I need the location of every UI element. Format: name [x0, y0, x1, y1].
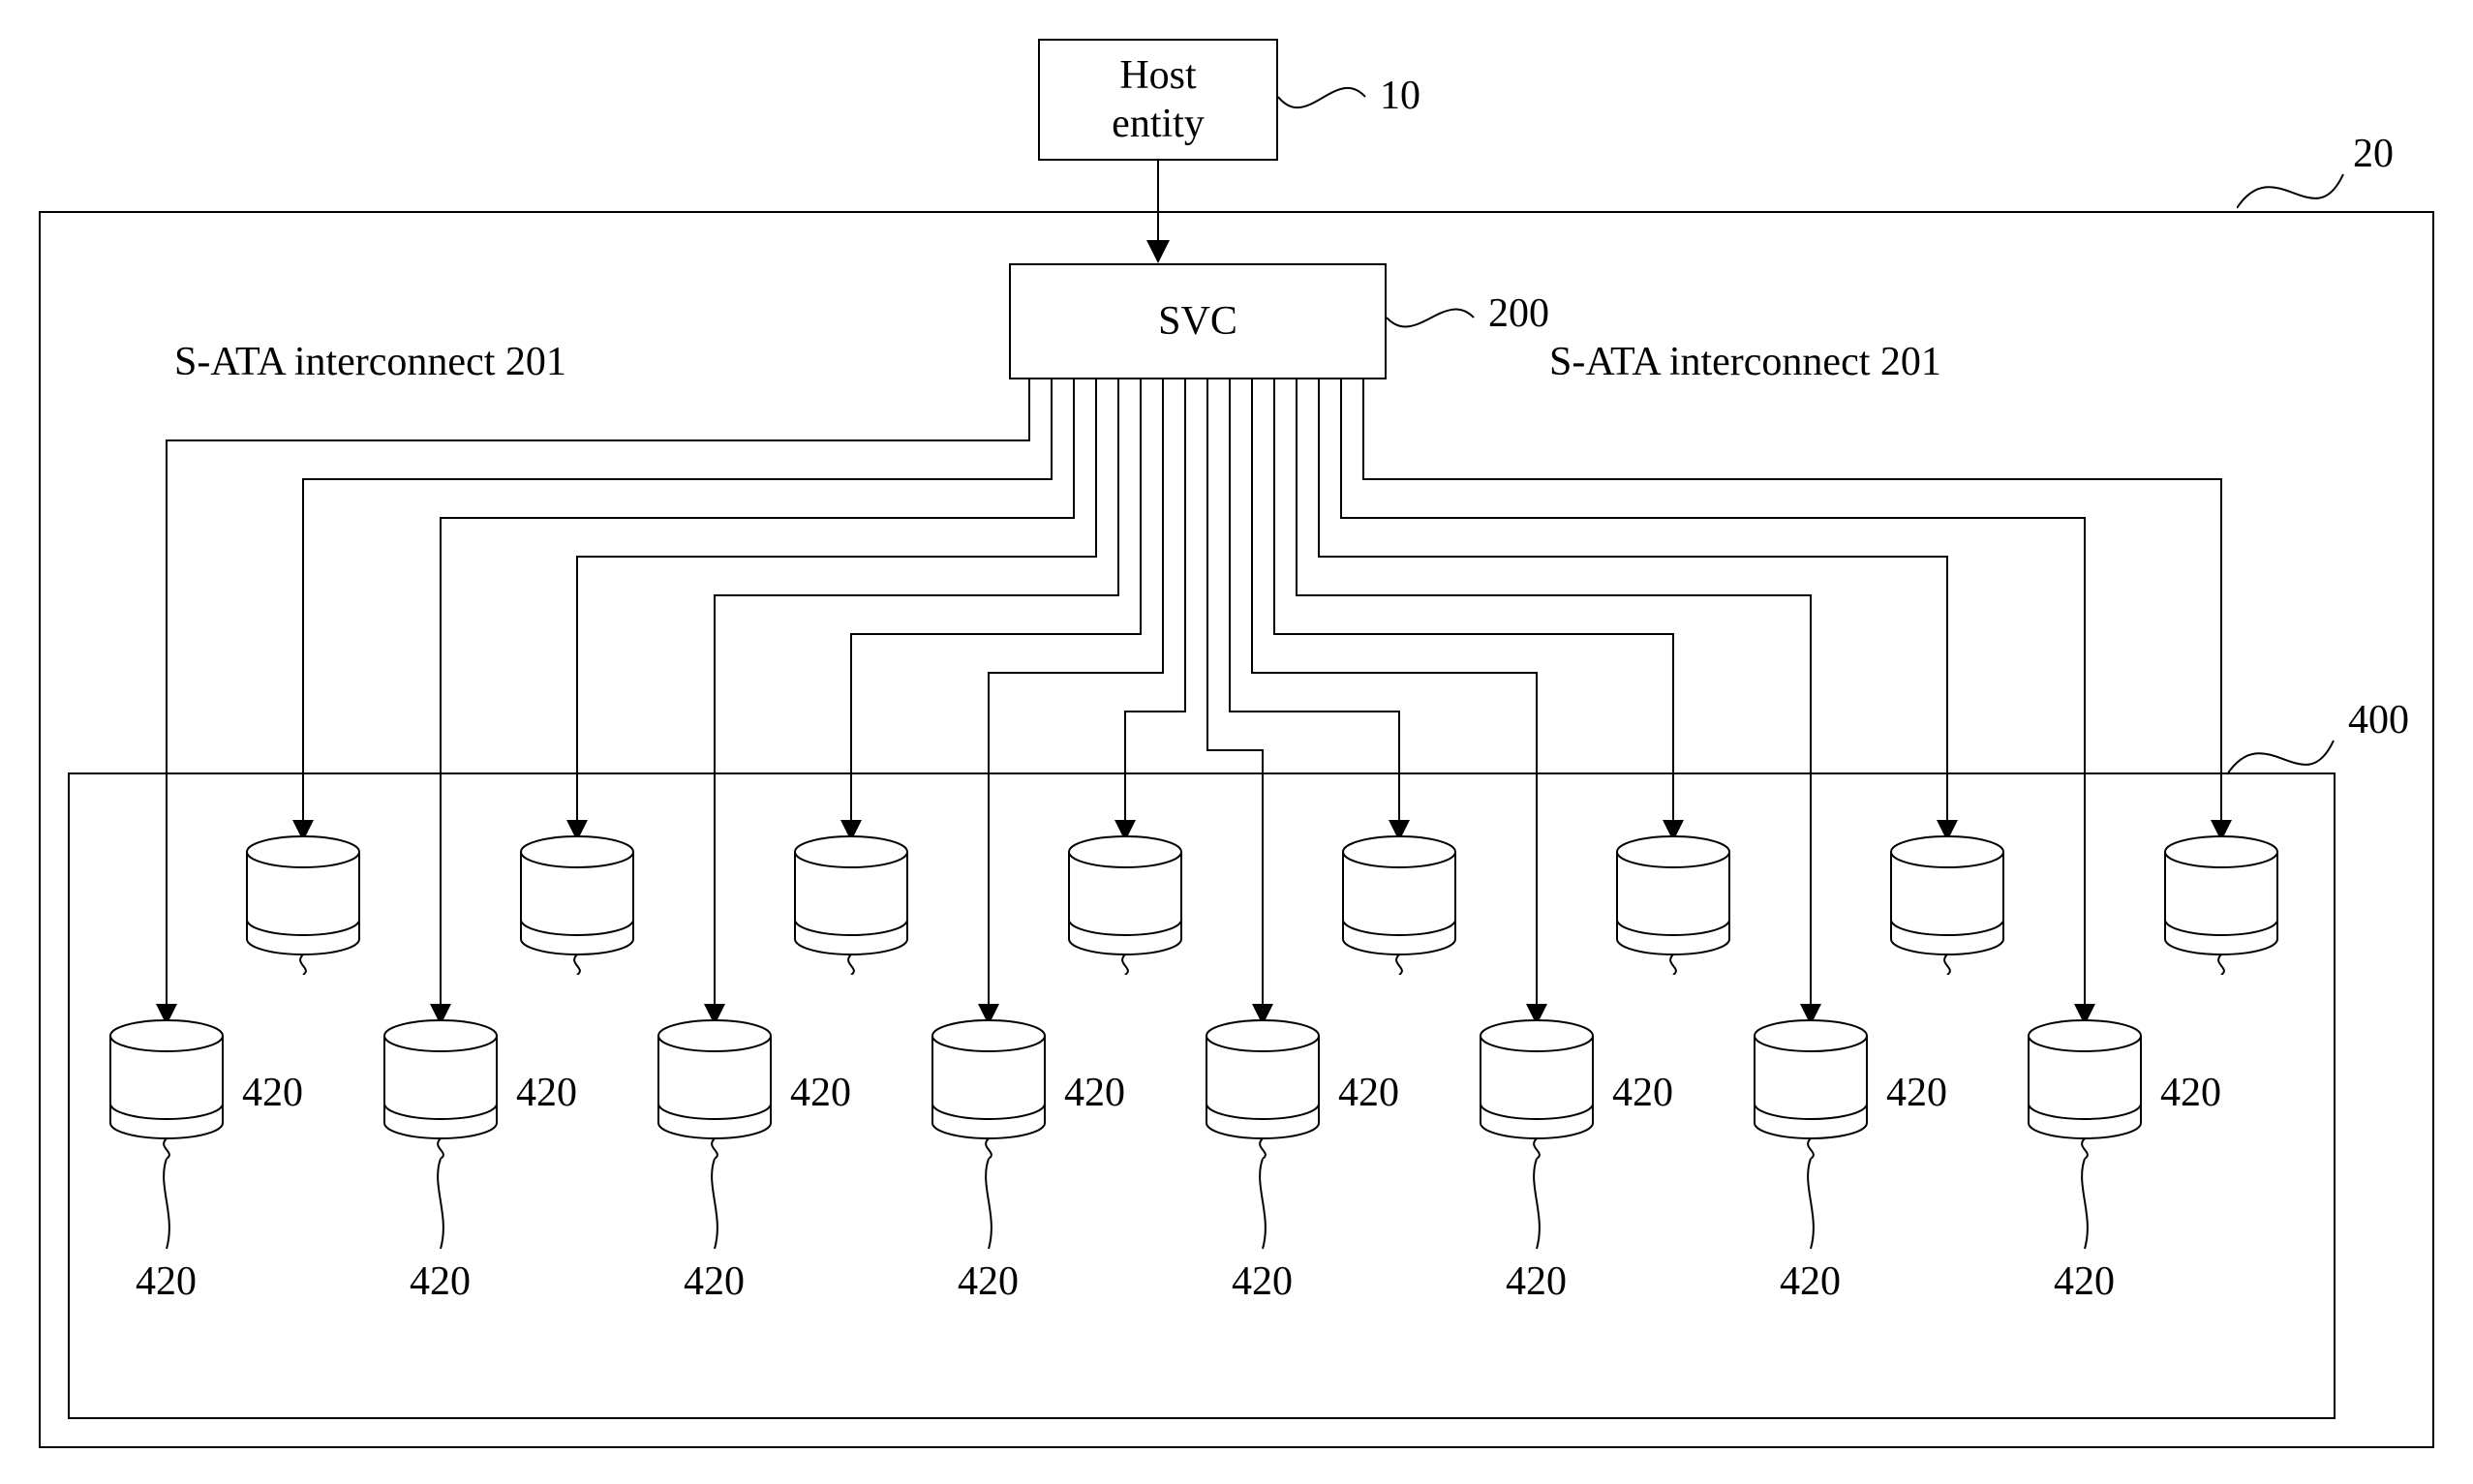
disk-back-3-ref: 420	[790, 1070, 851, 1116]
disk-front-5	[1205, 1018, 1321, 1159]
disk-front-8-ref: 420	[2054, 1258, 2115, 1305]
disk-front-4-ref: 420	[958, 1258, 1019, 1305]
disk-front-2	[382, 1018, 499, 1159]
interconnect-label-left: S-ATA interconnect 201	[174, 339, 566, 385]
disk-back-6-ref: 420	[1612, 1070, 1673, 1116]
ref-num-200: 200	[1488, 290, 1549, 337]
disk-back-1-ref: 420	[242, 1070, 303, 1116]
disk-back-8-ref: 420	[2160, 1070, 2221, 1116]
disk-back-7-ref: 420	[1886, 1070, 1947, 1116]
disk-back-2-ref: 420	[516, 1070, 577, 1116]
disk-front-6-ref: 420	[1506, 1258, 1567, 1305]
host-entity-label: Host entity	[1112, 51, 1205, 149]
ref-num-400: 400	[2348, 697, 2409, 743]
ref-num-10: 10	[1380, 73, 1420, 119]
disk-front-3	[656, 1018, 773, 1159]
disk-front-4	[931, 1018, 1047, 1159]
disk-front-2-ref: 420	[410, 1258, 471, 1305]
disk-front-7	[1753, 1018, 1869, 1159]
disk-front-3-ref: 420	[684, 1258, 745, 1305]
disk-back-2	[519, 834, 635, 975]
ref-lead-200	[1387, 300, 1483, 348]
ref-lead-10	[1278, 79, 1375, 137]
disk-front-8	[2027, 1018, 2143, 1159]
svc-box: SVC	[1009, 263, 1387, 379]
interconnect-label-right: S-ATA interconnect 201	[1549, 339, 1941, 385]
disk-front-6	[1479, 1018, 1595, 1159]
disk-back-5-ref: 420	[1338, 1070, 1399, 1116]
disk-back-5	[1341, 834, 1457, 975]
disk-back-4	[1067, 834, 1183, 975]
ref-lead-20	[2237, 155, 2353, 223]
ref-num-20: 20	[2353, 131, 2394, 177]
arrow-host-to-svc	[1146, 161, 1170, 267]
disk-back-4-ref: 420	[1064, 1070, 1125, 1116]
host-entity-box: Host entity	[1038, 39, 1278, 161]
disk-front-5-ref: 420	[1232, 1258, 1293, 1305]
disk-back-3	[793, 834, 909, 975]
disk-back-8	[2163, 834, 2279, 975]
diagram-stage: Host entity SVC S-ATA interconnect 201 S…	[0, 0, 2473, 1484]
disk-front-7-ref: 420	[1780, 1258, 1841, 1305]
ref-lead-400	[2227, 721, 2343, 789]
disk-front-1-ref: 420	[136, 1258, 197, 1305]
disk-back-6	[1615, 834, 1731, 975]
svc-label: SVC	[1158, 297, 1237, 346]
disk-front-1	[108, 1018, 225, 1159]
disk-back-1	[245, 834, 361, 975]
disk-back-7	[1889, 834, 2005, 975]
